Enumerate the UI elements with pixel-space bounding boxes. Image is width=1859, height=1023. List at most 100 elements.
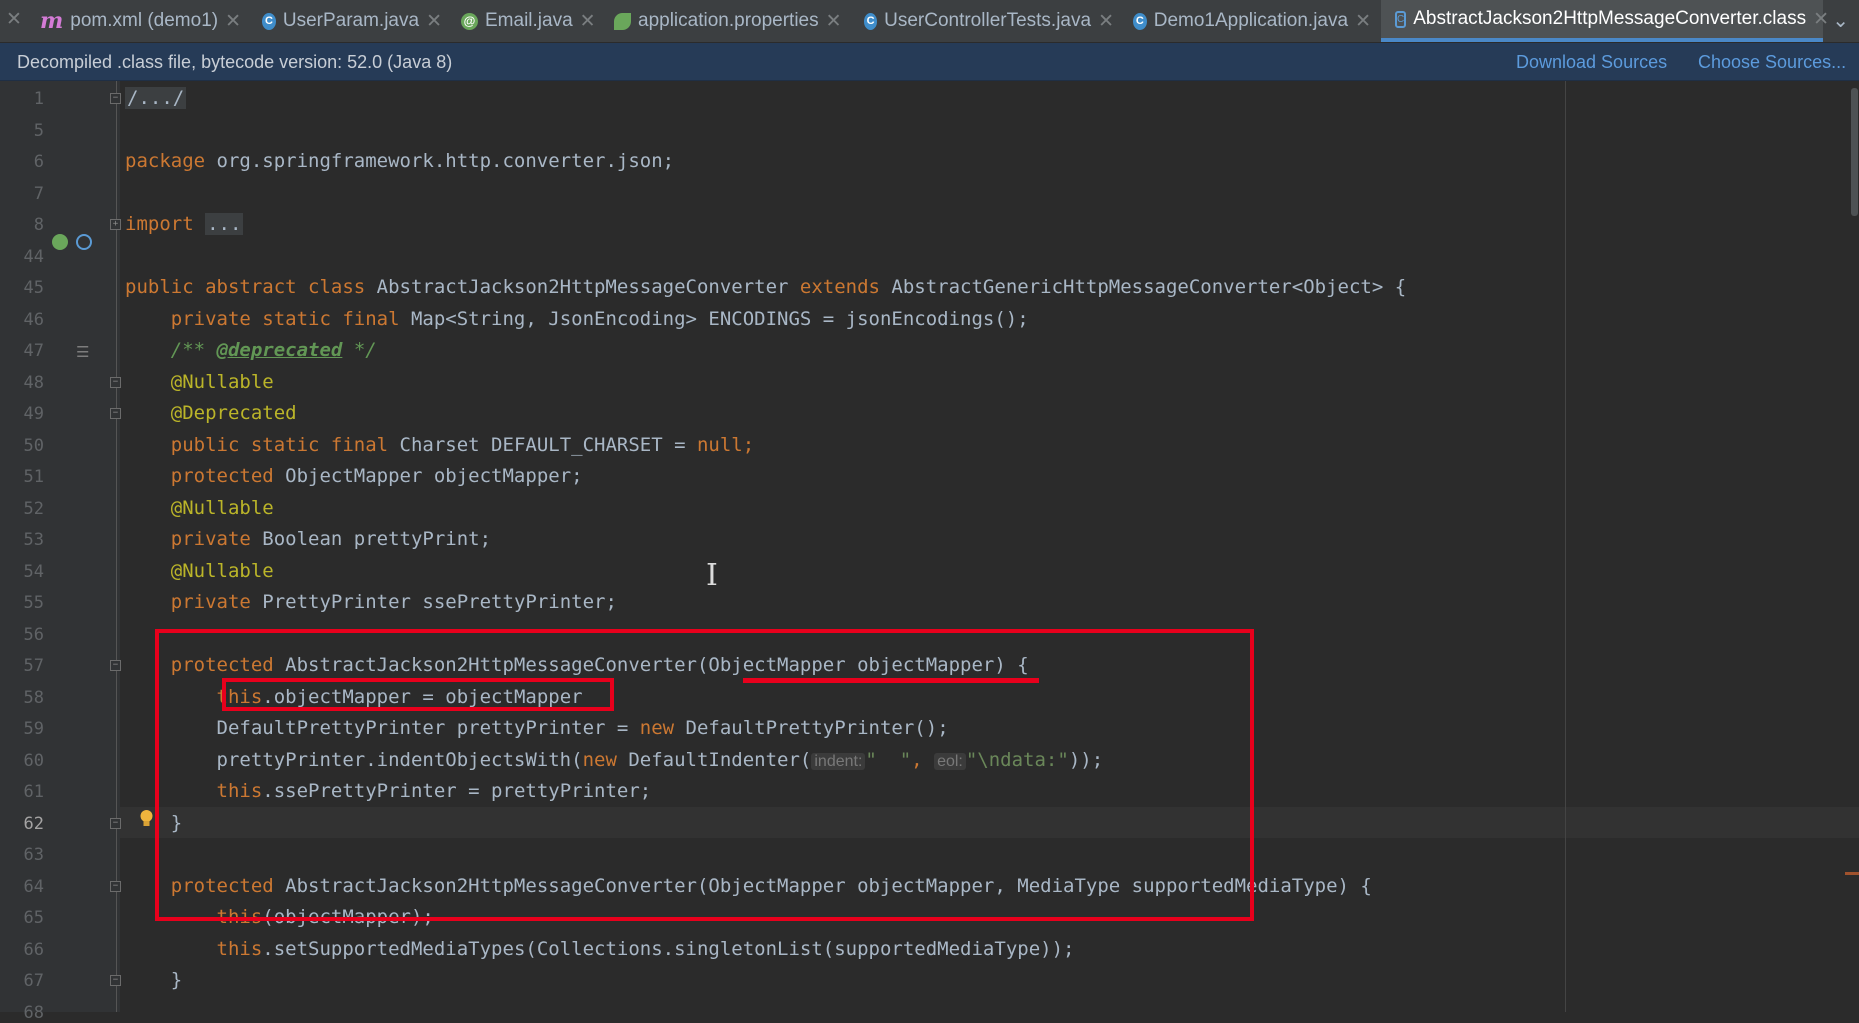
- tab-label: UserControllerTests.java: [884, 10, 1092, 31]
- annotation-icon: @: [461, 12, 478, 30]
- editor-tab-bar: ✕ m pom.xml (demo1) ✕ C UserParam.java ✕…: [0, 0, 1859, 43]
- code-line: @Deprecated: [170, 402, 297, 424]
- class-icon: C: [262, 12, 276, 30]
- code-line: prettyPrinter.indentObjectsWith(new Defa…: [216, 749, 1104, 771]
- tab-demo1application-java[interactable]: C Demo1Application.java ✕: [1133, 0, 1371, 42]
- code-line: private PrettyPrinter ssePrettyPrinter;: [170, 591, 617, 613]
- doc-render-toggle-icon[interactable]: ☰: [76, 343, 89, 361]
- right-margin-guide: [1565, 81, 1566, 1012]
- current-line-highlight: [120, 807, 1859, 838]
- line-number: 51: [23, 467, 44, 487]
- fold-toggle-icon[interactable]: −: [110, 408, 121, 419]
- fold-toggle-icon[interactable]: −: [110, 93, 121, 104]
- tab-close-icon[interactable]: ✕: [1813, 8, 1829, 31]
- code-line: protected AbstractJackson2HttpMessageCon…: [170, 875, 1372, 897]
- code-line: }: [170, 969, 183, 991]
- close-icon[interactable]: ✕: [6, 8, 22, 31]
- line-number: 63: [23, 845, 44, 865]
- tab-usercontrollertests-java[interactable]: C UserControllerTests.java ✕: [864, 0, 1114, 42]
- decompiled-notification-banner: Decompiled .class file, bytecode version…: [0, 43, 1859, 81]
- tab-close-icon[interactable]: ✕: [225, 10, 241, 33]
- error-stripe-mark[interactable]: [1845, 872, 1859, 875]
- code-line: @Nullable: [170, 560, 274, 582]
- fold-toggle-icon[interactable]: −: [110, 818, 121, 829]
- code-line: protected ObjectMapper objectMapper;: [170, 465, 583, 487]
- tab-abstractjackson2httpmessageconverter-class[interactable]: C AbstractJackson2HttpMessageConverter.c…: [1381, 0, 1829, 42]
- chevron-down-icon[interactable]: ⌄: [1832, 8, 1849, 33]
- line-number: 58: [23, 688, 44, 708]
- spring-boot-class-icon: C: [1133, 12, 1147, 30]
- line-number-current: 62: [23, 814, 44, 834]
- highlight-underline-parameter: [743, 678, 1039, 683]
- line-number: 49: [23, 404, 44, 424]
- code-line: this.setSupportedMediaTypes(Collections.…: [216, 938, 1075, 960]
- line-number: 61: [23, 782, 44, 802]
- tab-label: pom.xml (demo1): [70, 10, 219, 31]
- line-number: 48: [23, 373, 44, 393]
- parameter-hint: eol:: [934, 753, 966, 770]
- line-number: 46: [23, 310, 44, 330]
- compiled-class-icon: C: [1395, 10, 1407, 28]
- line-number: 59: [23, 719, 44, 739]
- line-number: 57: [23, 656, 44, 676]
- line-number: 64: [23, 877, 44, 897]
- line-number: 47: [23, 341, 44, 361]
- line-number: 7: [33, 184, 44, 204]
- line-number: 50: [23, 436, 44, 456]
- code-editor[interactable]: 1 5 6 7 8 44 45 46 47 48 49 50 51 52 53 …: [0, 81, 1859, 1023]
- line-number: 6: [33, 152, 44, 172]
- vertical-scrollbar[interactable]: [1851, 88, 1858, 216]
- tab-close-icon[interactable]: ✕: [426, 10, 442, 33]
- lightbulb-icon[interactable]: [139, 809, 154, 828]
- tab-label: UserParam.java: [282, 10, 420, 31]
- tab-label: Demo1Application.java: [1153, 10, 1349, 31]
- code-line: this(objectMapper);: [216, 906, 434, 928]
- download-sources-link[interactable]: Download Sources: [1516, 52, 1667, 73]
- code-line: private static final Map<String, JsonEnc…: [170, 308, 1029, 330]
- tab-close-icon[interactable]: ✕: [1098, 10, 1114, 33]
- class-icon: C: [864, 12, 878, 30]
- code-line: /.../: [125, 87, 187, 109]
- line-number: 55: [23, 593, 44, 613]
- fold-toggle-icon[interactable]: −: [110, 660, 121, 671]
- tab-label: application.properties: [638, 10, 819, 31]
- line-number: 1: [33, 89, 44, 109]
- fold-toggle-icon[interactable]: −: [110, 377, 121, 388]
- line-number: 56: [23, 625, 44, 645]
- tab-userparam-java[interactable]: C UserParam.java ✕: [262, 0, 442, 42]
- line-number: 65: [23, 908, 44, 928]
- line-number: 53: [23, 530, 44, 550]
- tab-application-properties[interactable]: application.properties ✕: [614, 0, 844, 42]
- choose-sources-link[interactable]: Choose Sources...: [1698, 52, 1846, 73]
- tab-label: Email.java: [485, 10, 573, 31]
- line-number: 54: [23, 562, 44, 582]
- code-line: /** @deprecated */: [170, 339, 377, 361]
- fold-toggle-icon[interactable]: +: [110, 219, 121, 230]
- code-line: @Nullable: [170, 371, 274, 393]
- fold-toggle-icon[interactable]: −: [110, 881, 121, 892]
- tab-email-java[interactable]: @ Email.java ✕: [461, 0, 601, 42]
- code-line: private Boolean prettyPrint;: [170, 528, 492, 550]
- spring-properties-icon: [614, 12, 631, 30]
- find-usages-gutter-icon[interactable]: [76, 234, 92, 250]
- code-line: import ...: [125, 213, 244, 235]
- line-number: 60: [23, 751, 44, 771]
- maven-icon: m: [40, 8, 64, 34]
- fold-toggle-icon[interactable]: −: [110, 975, 121, 986]
- tab-close-icon[interactable]: ✕: [580, 10, 596, 33]
- folded-header-placeholder[interactable]: /.../: [125, 87, 187, 109]
- folded-imports-placeholder[interactable]: ...: [205, 213, 244, 235]
- tab-label: AbstractJackson2HttpMessageConverter.cla…: [1413, 8, 1807, 29]
- line-number: 8: [33, 215, 44, 235]
- code-line: public static final Charset DEFAULT_CHAR…: [170, 434, 755, 456]
- tab-close-icon[interactable]: ✕: [826, 10, 842, 33]
- line-number: 5: [33, 121, 44, 141]
- line-number: 67: [23, 971, 44, 991]
- parameter-hint: indent:: [811, 753, 866, 770]
- code-line: @Nullable: [170, 497, 274, 519]
- code-line: protected AbstractJackson2HttpMessageCon…: [170, 654, 1029, 676]
- tab-pom-xml[interactable]: m pom.xml (demo1) ✕: [36, 0, 246, 42]
- tab-close-icon[interactable]: ✕: [1355, 10, 1371, 33]
- spring-bean-gutter-icon[interactable]: [52, 234, 68, 250]
- code-line: package org.springframework.http.convert…: [125, 150, 675, 172]
